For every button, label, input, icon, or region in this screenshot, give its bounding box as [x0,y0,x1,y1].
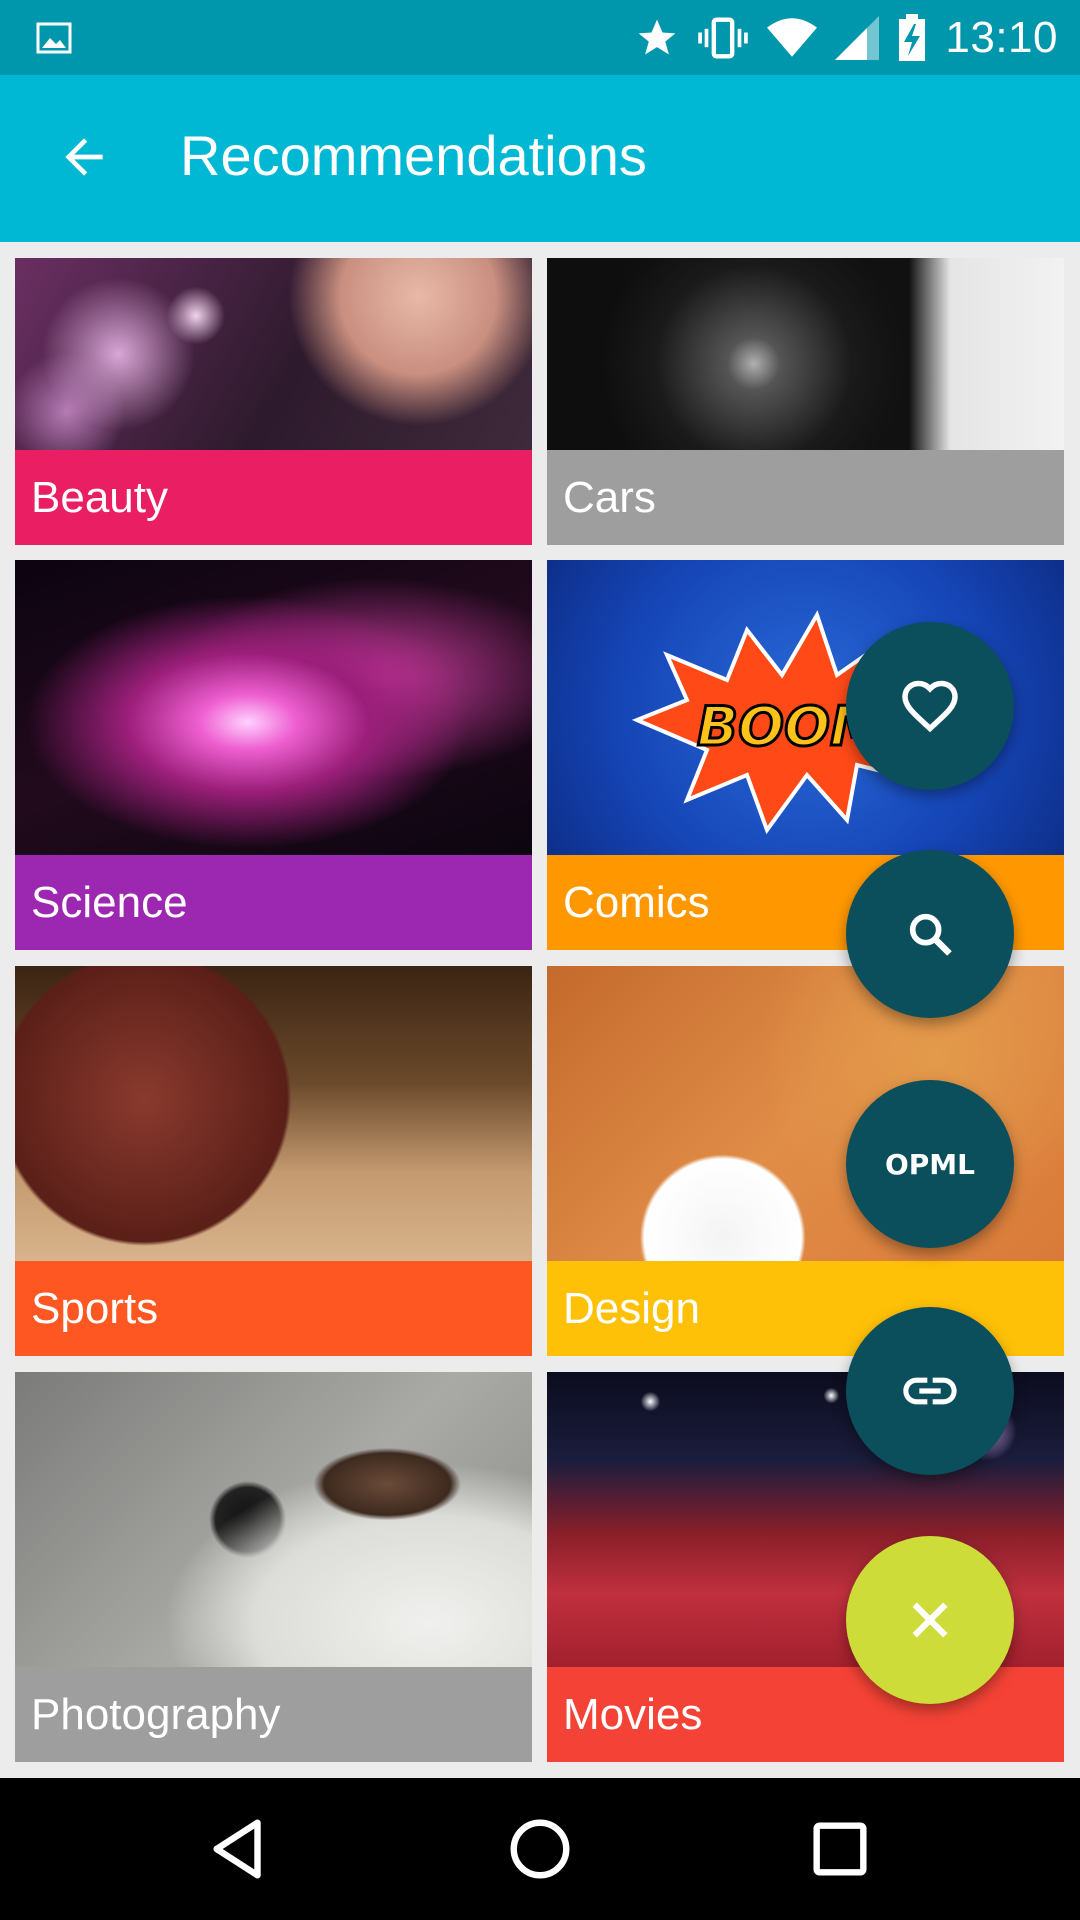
photography-image [15,1372,532,1667]
category-tile-science[interactable]: Science [15,560,532,950]
close-icon [912,1602,948,1638]
wifi-icon [767,17,818,57]
home-circle-icon[interactable] [505,1814,575,1884]
navigation-bar [0,1778,1080,1920]
status-time: 13:10 [945,12,1058,62]
category-label: Beauty [15,450,532,545]
page-title: Recommendations [180,124,647,187]
sports-image [15,966,532,1261]
app-bar: Recommendations [0,75,1080,242]
science-image [15,560,532,855]
beauty-image [15,258,532,450]
category-tile-cars[interactable]: Cars [547,258,1064,545]
recents-square-icon[interactable] [805,1814,875,1884]
category-label: Science [15,855,532,950]
opml-icon: OPML [884,1147,976,1181]
cars-image [547,258,1064,450]
category-label: Photography [15,1667,532,1762]
category-tile-beauty[interactable]: Beauty [15,258,532,545]
category-label: Cars [547,450,1064,545]
heart-icon [902,680,958,733]
star-icon [639,19,676,55]
search-icon [909,913,952,956]
link-icon [903,1377,957,1405]
category-tile-sports[interactable]: Sports [15,966,532,1356]
close-fab[interactable] [846,1536,1014,1704]
status-bar: 13:10 [0,0,1080,75]
signal-icon [835,15,880,60]
category-label: Sports [15,1261,532,1356]
back-triangle-icon[interactable] [205,1814,275,1884]
battery-charging-icon [899,13,926,61]
favorite-fab[interactable] [846,622,1014,790]
opml-fab[interactable]: OPML [846,1080,1014,1248]
link-fab[interactable] [846,1307,1014,1475]
search-fab[interactable] [846,850,1014,1018]
arrow-back-icon[interactable] [56,129,112,185]
vibrate-icon [698,16,749,59]
category-tile-photography[interactable]: Photography [15,1372,532,1762]
image-icon [36,22,72,54]
